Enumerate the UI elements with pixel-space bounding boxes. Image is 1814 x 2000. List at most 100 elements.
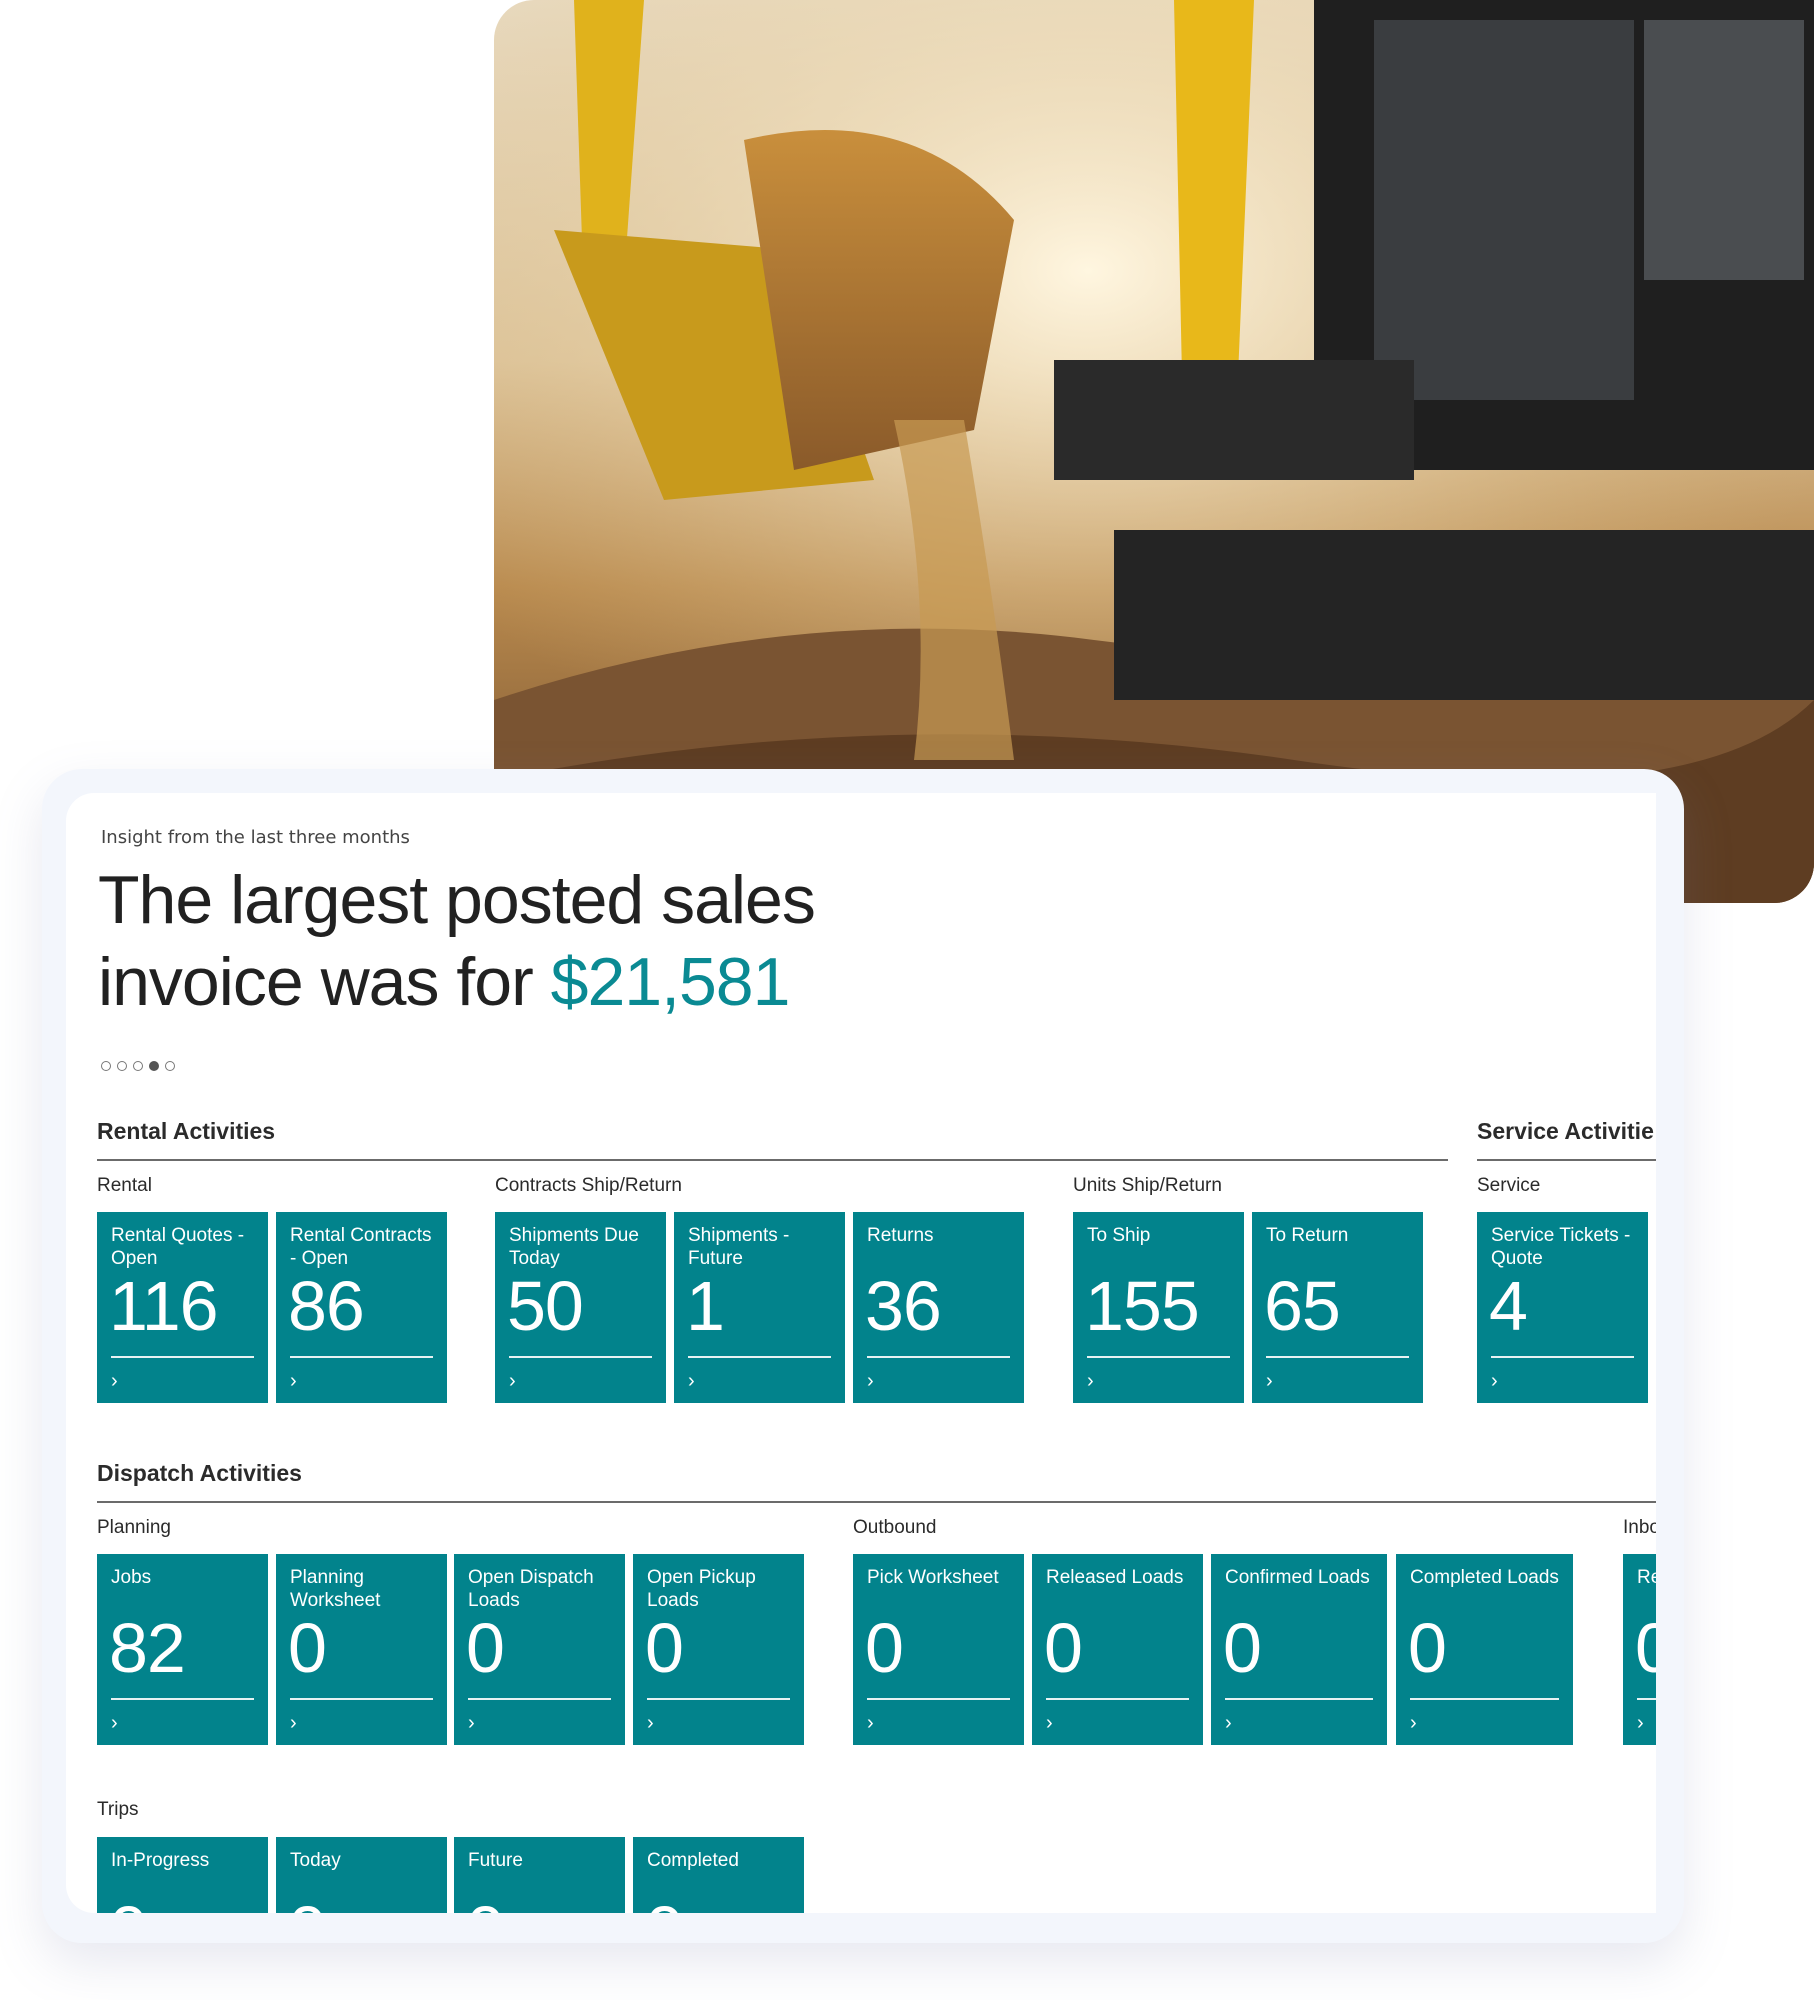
chevron-right-icon[interactable]: › — [1410, 1712, 1417, 1735]
group-label: Service — [1477, 1175, 1541, 1196]
carousel-dots[interactable] — [101, 1061, 175, 1071]
tile-title: Released Loads — [1046, 1567, 1184, 1588]
cue-tile[interactable]: Future0› — [454, 1837, 625, 1913]
tile-title: In-Progress — [111, 1850, 210, 1871]
tile-title: Jobs — [111, 1567, 152, 1588]
carousel-dot[interactable] — [101, 1061, 111, 1071]
cue-tile[interactable]: Completed Loads 0 › — [1396, 1554, 1573, 1745]
chevron-right-icon[interactable]: › — [468, 1712, 475, 1735]
tile-divider — [1046, 1698, 1189, 1700]
insight-amount[interactable]: $21,581 — [551, 944, 791, 1020]
cue-tile[interactable]: Rental Contracts - Open 86 › — [276, 1212, 447, 1403]
tile-value: 36 — [865, 1267, 942, 1345]
chevron-right-icon[interactable]: › — [111, 1712, 118, 1735]
group-label: Contracts Ship/Return — [495, 1175, 682, 1196]
tile-value: 0 — [1635, 1609, 1656, 1687]
tile-value: 0 — [288, 1609, 327, 1687]
chevron-right-icon[interactable]: › — [1087, 1370, 1094, 1393]
excavator-illustration — [494, 0, 1814, 903]
cue-tile[interactable]: Completed0› — [633, 1837, 804, 1913]
tile-title: Completed Loads — [1410, 1567, 1559, 1588]
tile-title: Completed — [647, 1850, 739, 1871]
cue-tile[interactable]: Confirmed Loads 0 › — [1211, 1554, 1387, 1745]
tile-divider — [1225, 1698, 1373, 1700]
cue-tile[interactable]: Returns 36 › — [853, 1212, 1024, 1403]
tile-value: 116 — [109, 1267, 219, 1345]
section-divider — [1477, 1159, 1656, 1161]
tile-title: Returns — [867, 1225, 934, 1246]
tile-title: Open Pickup Loads — [647, 1567, 756, 1611]
chevron-right-icon[interactable]: › — [1225, 1712, 1232, 1735]
tile-value: 50 — [507, 1267, 584, 1345]
tile-title: Shipments Due Today — [509, 1225, 639, 1269]
cue-tile[interactable]: Shipments Due Today 50 › — [495, 1212, 666, 1403]
chevron-right-icon[interactable]: › — [688, 1370, 695, 1393]
tile-title: Re — [1637, 1567, 1656, 1588]
cue-tile[interactable]: Pick Worksheet 0 › — [853, 1554, 1024, 1745]
chevron-right-icon[interactable]: › — [867, 1712, 874, 1735]
chevron-right-icon[interactable]: › — [867, 1370, 874, 1393]
tile-title: Shipments - Future — [688, 1225, 790, 1269]
hero-photo — [494, 0, 1814, 903]
chevron-right-icon[interactable]: › — [1046, 1712, 1053, 1735]
cue-tile[interactable]: Open Pickup Loads 0 › — [633, 1554, 804, 1745]
headline-line-1: The largest posted sales — [98, 862, 816, 938]
cue-tile[interactable]: Service Tickets - Quote 4 › — [1477, 1212, 1648, 1403]
cue-tile[interactable]: To Return 65 › — [1252, 1212, 1423, 1403]
tile-divider — [1637, 1698, 1656, 1700]
tile-divider — [647, 1698, 790, 1700]
chevron-right-icon[interactable]: › — [1266, 1370, 1273, 1393]
tile-divider — [867, 1356, 1010, 1358]
tile-divider — [1266, 1356, 1409, 1358]
tile-value: 0 — [109, 1891, 148, 1913]
cue-tile[interactable]: Planning Worksheet 0 › — [276, 1554, 447, 1745]
tile-divider — [111, 1356, 254, 1358]
cue-tile[interactable]: Open Dispatch Loads 0 › — [454, 1554, 625, 1745]
tile-title: Rental Quotes - Open — [111, 1225, 245, 1269]
tile-value: 0 — [1223, 1609, 1262, 1687]
carousel-dot[interactable] — [149, 1061, 159, 1071]
chevron-right-icon[interactable]: › — [290, 1712, 297, 1735]
tile-value: 0 — [645, 1609, 684, 1687]
section-title-rental-activities: Rental Activities — [97, 1118, 276, 1144]
tile-divider — [509, 1356, 652, 1358]
cue-tile[interactable]: Re 0 › — [1623, 1554, 1656, 1745]
chevron-right-icon[interactable]: › — [1491, 1370, 1498, 1393]
tile-title: Open Dispatch Loads — [468, 1567, 594, 1611]
tile-value: 0 — [865, 1609, 904, 1687]
tile-value: 0 — [466, 1891, 505, 1913]
tile-title: Future — [468, 1850, 523, 1871]
tile-divider — [111, 1698, 254, 1700]
cue-tile[interactable]: To Ship 155 › — [1073, 1212, 1244, 1403]
section-title-service-activities: Service Activitie — [1477, 1118, 1654, 1144]
cue-tile[interactable]: Released Loads 0 › — [1032, 1554, 1203, 1745]
cue-tile[interactable]: Jobs 82 › — [97, 1554, 268, 1745]
tile-divider — [1491, 1356, 1634, 1358]
carousel-dot[interactable] — [133, 1061, 143, 1071]
tile-value: 0 — [645, 1891, 684, 1913]
chevron-right-icon[interactable]: › — [647, 1712, 654, 1735]
cue-tile[interactable]: Rental Quotes - Open 116 › — [97, 1212, 268, 1403]
tile-title: Service Tickets - Quote — [1491, 1225, 1631, 1269]
chevron-right-icon[interactable]: › — [1637, 1712, 1644, 1735]
tile-divider — [468, 1698, 611, 1700]
insight-headline: The largest posted sales invoice was for… — [98, 859, 816, 1023]
carousel-dot[interactable] — [117, 1061, 127, 1071]
cue-tile[interactable]: Today0› — [276, 1837, 447, 1913]
tile-value: 1 — [686, 1267, 725, 1345]
chevron-right-icon[interactable]: › — [111, 1370, 118, 1393]
cue-tile[interactable]: In-Progress0› — [97, 1837, 268, 1913]
tile-value: 65 — [1264, 1267, 1341, 1345]
chevron-right-icon[interactable]: › — [290, 1370, 297, 1393]
group-label: Inbo — [1623, 1517, 1656, 1538]
tile-value: 155 — [1085, 1267, 1200, 1345]
carousel-dot[interactable] — [165, 1061, 175, 1071]
tile-divider — [1410, 1698, 1559, 1700]
tile-title: Rental Contracts - Open — [290, 1225, 432, 1269]
tile-divider — [867, 1698, 1010, 1700]
tile-title: To Ship — [1087, 1225, 1151, 1246]
tile-value: 0 — [1044, 1609, 1083, 1687]
cue-tile[interactable]: Shipments - Future 1 › — [674, 1212, 845, 1403]
chevron-right-icon[interactable]: › — [509, 1370, 516, 1393]
tile-value: 82 — [109, 1609, 186, 1687]
